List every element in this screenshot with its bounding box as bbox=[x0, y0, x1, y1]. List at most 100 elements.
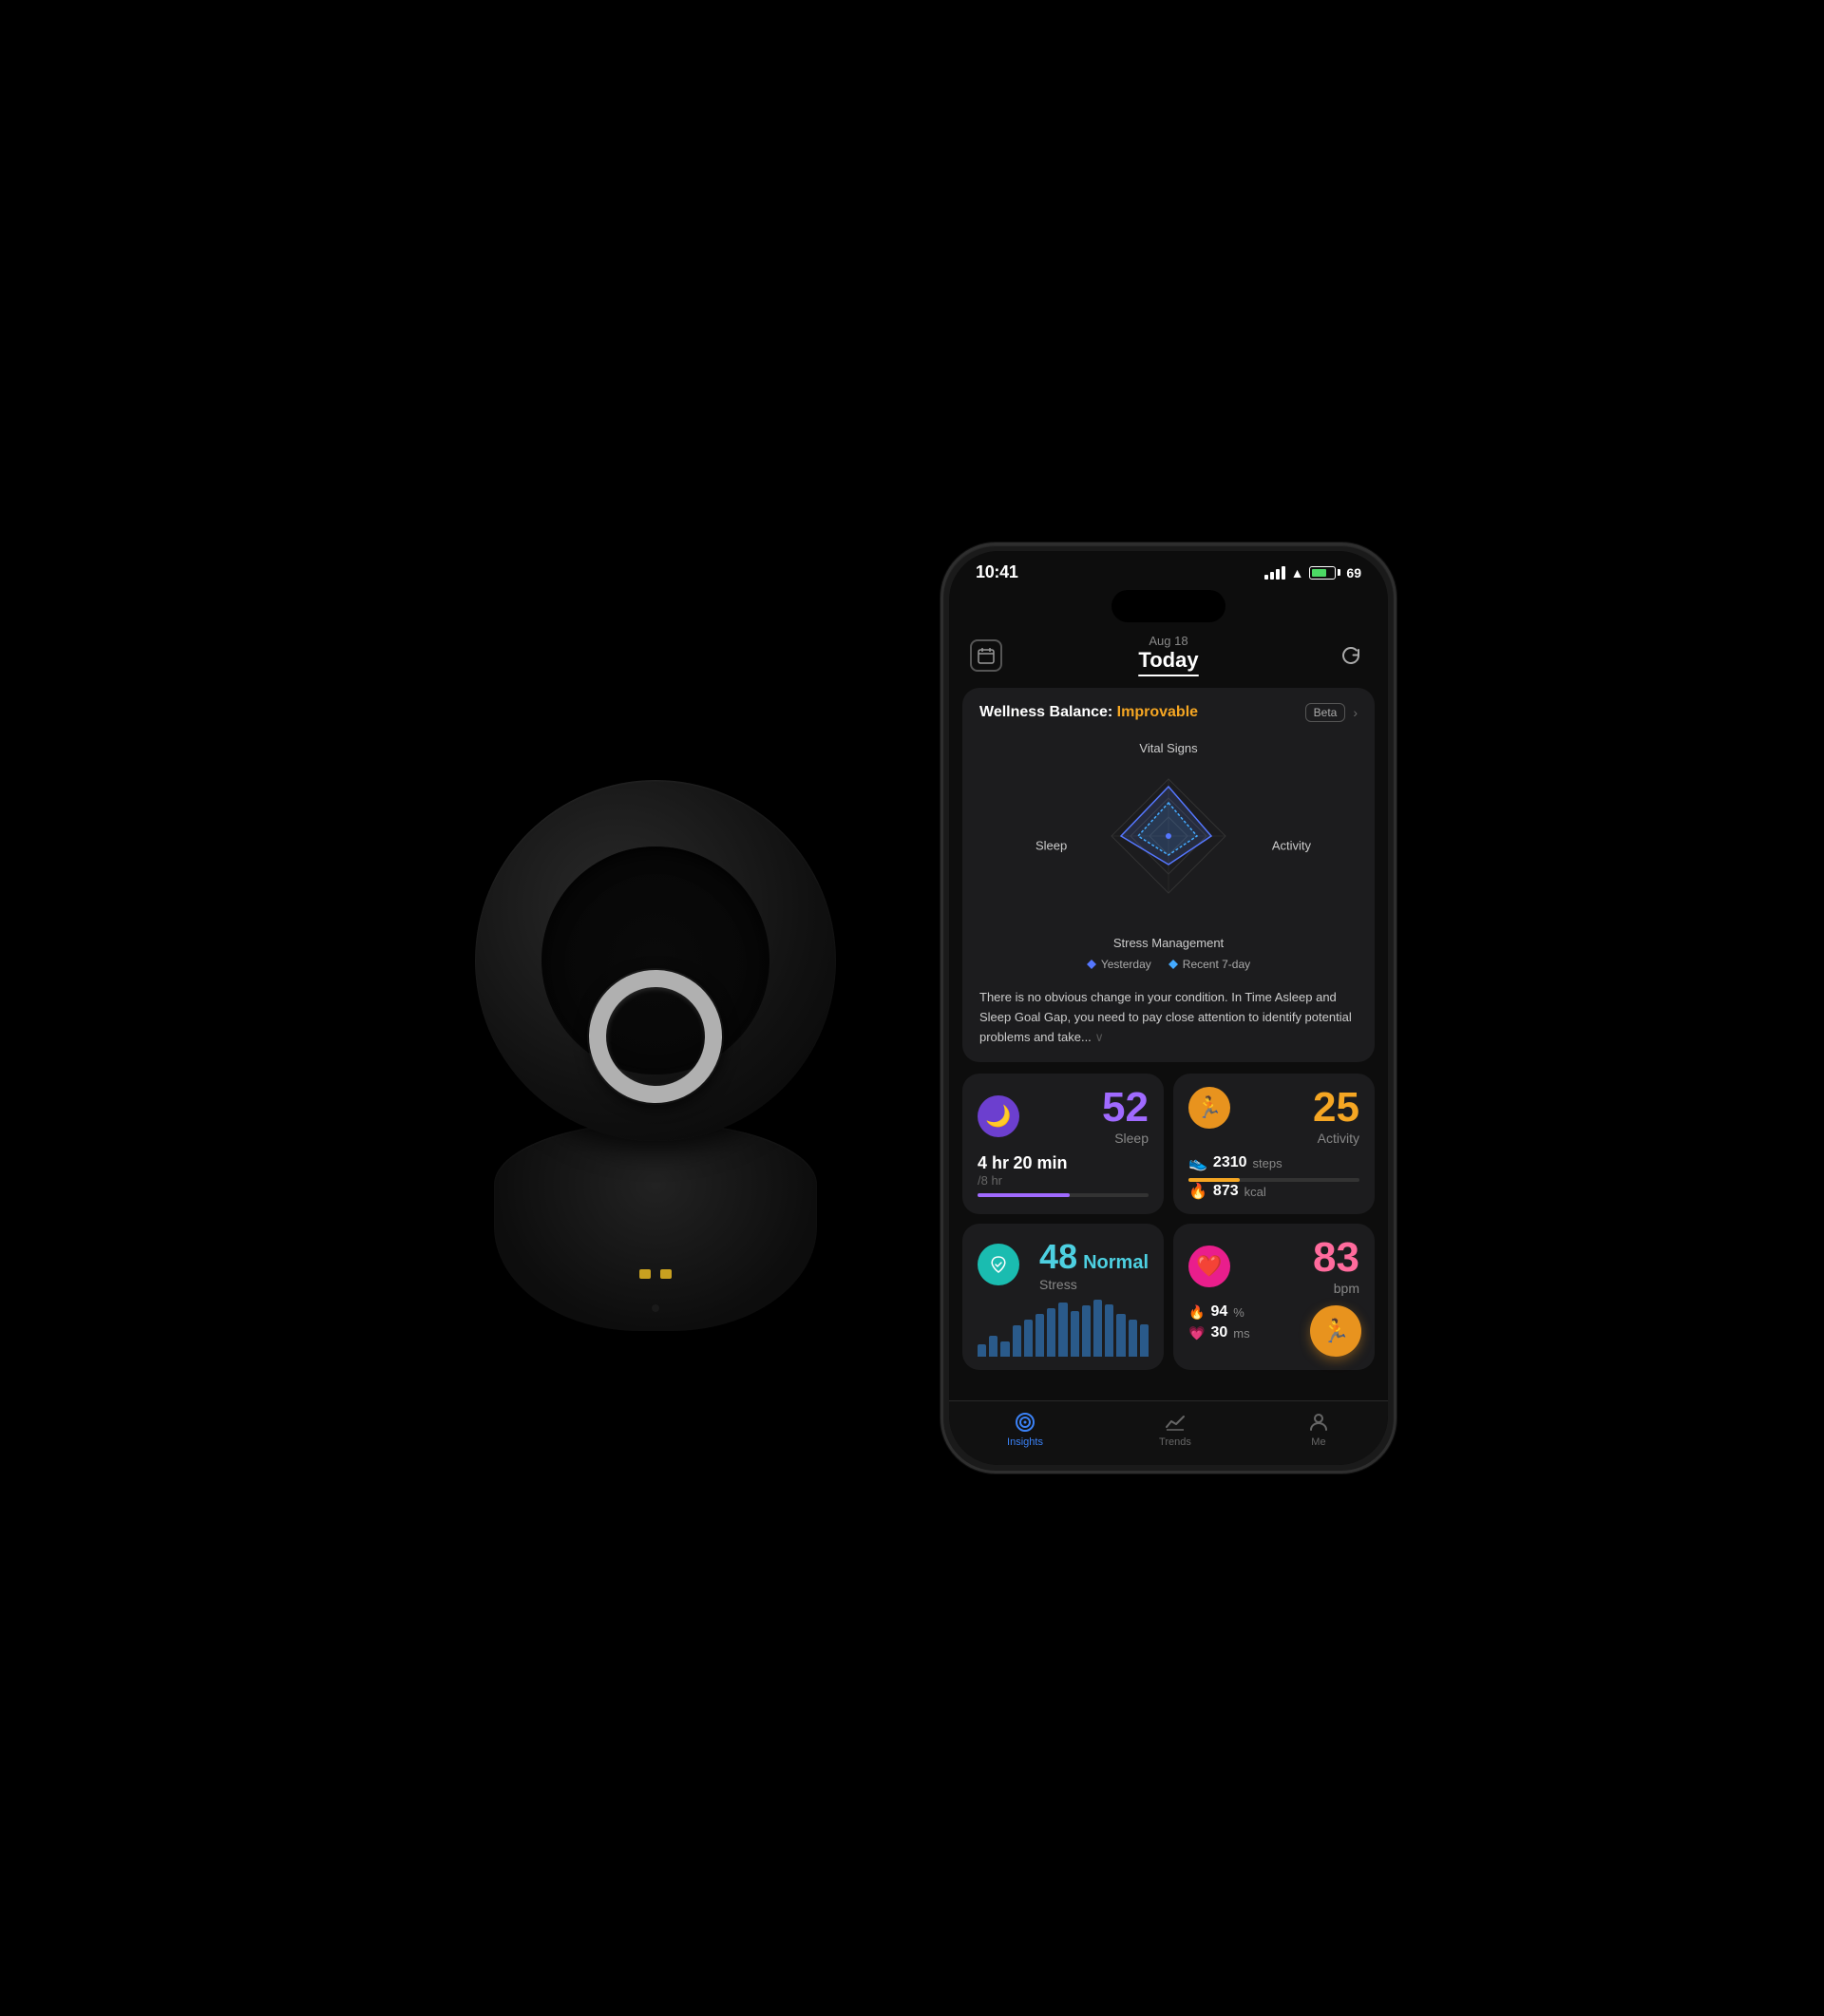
sleep-progress bbox=[978, 1193, 1070, 1197]
activity-icon: 🏃 bbox=[1188, 1087, 1230, 1129]
radar-legend: Yesterday Recent 7-day bbox=[1087, 958, 1250, 971]
activity-label: Activity bbox=[1313, 1131, 1359, 1146]
radar-labels: Vital Signs Sleep Activity Stress Manage… bbox=[1045, 741, 1292, 950]
wifi-icon: ▲ bbox=[1291, 565, 1304, 580]
stress-bar-7 bbox=[1047, 1308, 1055, 1357]
tab-trends-label: Trends bbox=[1159, 1436, 1191, 1448]
stress-bar-8 bbox=[1058, 1303, 1067, 1357]
ring-device bbox=[428, 628, 884, 1483]
charger-dot bbox=[652, 1304, 659, 1312]
chevron-right-icon: › bbox=[1353, 705, 1358, 720]
tab-bar: Insights Trends Me bbox=[949, 1400, 1388, 1465]
radar-label-sleep: Sleep bbox=[1036, 839, 1067, 853]
stress-value-row: 48 Normal bbox=[1039, 1237, 1149, 1277]
stress-bar-3 bbox=[1000, 1341, 1009, 1358]
wellness-header: Wellness Balance: Improvable Beta › bbox=[979, 703, 1358, 722]
activity-top: 🏃 25 Activity bbox=[1188, 1087, 1359, 1146]
hrv-unit: ms bbox=[1233, 1326, 1249, 1341]
heart-top-row: ❤️ 83 bpm bbox=[1188, 1237, 1359, 1296]
flame-icon: 🔥 bbox=[1188, 1182, 1207, 1201]
stress-number: 48 bbox=[1039, 1237, 1077, 1277]
status-time: 10:41 bbox=[976, 562, 1018, 582]
heart-card[interactable]: ❤️ 83 bpm 🔥 94 % bbox=[1173, 1224, 1375, 1370]
recovery-unit: % bbox=[1233, 1305, 1244, 1320]
pin-2 bbox=[660, 1269, 672, 1279]
radar-svg bbox=[1092, 760, 1244, 917]
tab-me[interactable]: Me bbox=[1307, 1411, 1330, 1448]
stress-card[interactable]: 48 Normal Stress bbox=[962, 1224, 1164, 1370]
sleep-score: 52 bbox=[1102, 1087, 1149, 1129]
status-right-icons: ▲ 69 bbox=[1264, 565, 1361, 580]
hrv-value: 30 bbox=[1210, 1324, 1227, 1341]
nav-title-underline bbox=[1138, 675, 1198, 676]
bpm-unit: bpm bbox=[1313, 1281, 1359, 1296]
steps-value: 2310 bbox=[1213, 1154, 1247, 1171]
sleep-goal: /8 hr bbox=[978, 1173, 1149, 1188]
stress-bar-14 bbox=[1129, 1320, 1137, 1357]
charger-base bbox=[494, 1122, 817, 1331]
stress-bar-5 bbox=[1024, 1320, 1033, 1357]
nav-date: Aug 18 bbox=[1149, 634, 1188, 648]
activity-card[interactable]: 🏃 25 Activity 👟 2310 steps bbox=[1173, 1074, 1375, 1214]
heartwave-icon: 💗 bbox=[1188, 1325, 1205, 1341]
calendar-icon[interactable] bbox=[970, 639, 1002, 672]
stress-bar-10 bbox=[1082, 1305, 1091, 1357]
kcal-row: 🔥 873 kcal bbox=[1188, 1182, 1359, 1201]
radar-label-activity: Activity bbox=[1272, 839, 1311, 853]
tab-trends[interactable]: Trends bbox=[1159, 1411, 1191, 1448]
radar-label-stress: Stress Management bbox=[1113, 936, 1224, 950]
refresh-icon[interactable] bbox=[1335, 639, 1367, 672]
stress-top-row: 48 Normal Stress bbox=[978, 1237, 1149, 1292]
wellness-title: Wellness Balance: bbox=[979, 704, 1112, 720]
pin-1 bbox=[639, 1269, 651, 1279]
stress-bar-6 bbox=[1036, 1314, 1044, 1357]
legend-recent: Recent 7-day bbox=[1168, 958, 1250, 971]
stress-values: 48 Normal Stress bbox=[1039, 1237, 1149, 1292]
sleep-icon: 🌙 bbox=[978, 1095, 1019, 1137]
wellness-status: Improvable bbox=[1117, 704, 1198, 720]
nav-title: Today bbox=[1138, 648, 1198, 673]
wellness-title-row: Wellness Balance: Improvable bbox=[979, 704, 1198, 721]
heart-icon: ❤️ bbox=[1188, 1246, 1230, 1287]
sleep-sub: 4 hr 20 min /8 hr bbox=[978, 1153, 1149, 1197]
bpm-value: 83 bbox=[1313, 1237, 1359, 1279]
steps-unit: steps bbox=[1253, 1156, 1282, 1170]
radar-label-vital: Vital Signs bbox=[1139, 741, 1197, 755]
expand-icon[interactable]: ∨ bbox=[1094, 1030, 1104, 1044]
charger-lid bbox=[475, 780, 836, 1141]
stress-bar-11 bbox=[1093, 1300, 1102, 1357]
stress-bar-9 bbox=[1071, 1311, 1079, 1357]
dynamic-island bbox=[1112, 590, 1226, 622]
phone-frame: 10:41 ▲ bbox=[940, 542, 1396, 1474]
phone: 10:41 ▲ bbox=[940, 542, 1396, 1474]
beta-badge: Beta bbox=[1305, 703, 1346, 722]
activity-fab-button[interactable]: 🏃 bbox=[1310, 1305, 1361, 1357]
stress-icon bbox=[978, 1244, 1019, 1285]
phone-screen: 10:41 ▲ bbox=[949, 551, 1388, 1465]
stress-bar-12 bbox=[1105, 1304, 1113, 1358]
heart-values: 83 bpm bbox=[1313, 1237, 1359, 1296]
stress-bar-1 bbox=[978, 1344, 986, 1357]
sleep-card[interactable]: 🌙 52 Sleep 4 hr 20 min bbox=[962, 1074, 1164, 1214]
signal-icon bbox=[1264, 566, 1285, 580]
nav-header: Aug 18 Today bbox=[949, 626, 1388, 688]
stress-bar-13 bbox=[1116, 1314, 1125, 1357]
wellness-card[interactable]: Wellness Balance: Improvable Beta › bbox=[962, 688, 1375, 1062]
stress-level: Normal bbox=[1083, 1252, 1149, 1274]
stress-bar-2 bbox=[989, 1336, 998, 1358]
activity-score: 25 bbox=[1313, 1087, 1359, 1129]
stress-bar-4 bbox=[1013, 1325, 1021, 1357]
smart-ring bbox=[570, 951, 740, 1121]
nav-center: Aug 18 Today bbox=[1138, 634, 1198, 676]
sleep-label: Sleep bbox=[1102, 1131, 1149, 1146]
radar-chart: Vital Signs Sleep Activity Stress Manage… bbox=[979, 733, 1358, 979]
legend-yesterday: Yesterday bbox=[1087, 958, 1151, 971]
stress-bar-chart bbox=[978, 1300, 1149, 1357]
sleep-top-row: 🌙 52 Sleep bbox=[978, 1087, 1149, 1146]
phone-content[interactable]: Wellness Balance: Improvable Beta › bbox=[949, 688, 1388, 1400]
tab-insights-label: Insights bbox=[1007, 1436, 1043, 1448]
tab-me-label: Me bbox=[1311, 1436, 1325, 1448]
metrics-grid: 🌙 52 Sleep 4 hr 20 min bbox=[962, 1074, 1375, 1370]
tab-insights[interactable]: Insights bbox=[1007, 1411, 1043, 1448]
status-bar: 10:41 ▲ bbox=[949, 551, 1388, 590]
